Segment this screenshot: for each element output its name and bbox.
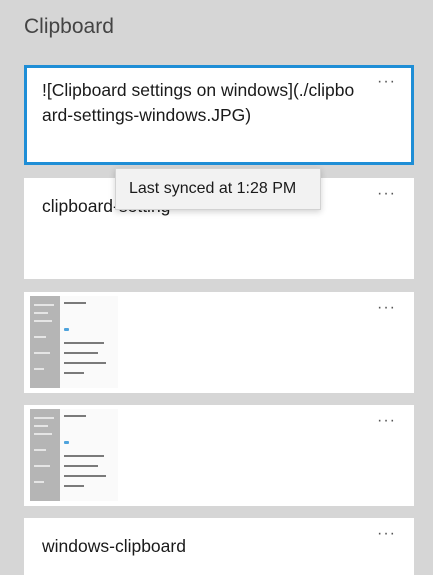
screenshot-thumbnail — [30, 296, 118, 388]
clipboard-item-text: ![Clipboard settings on windows](./clipb… — [42, 80, 355, 125]
more-options-icon[interactable]: ··· — [377, 299, 396, 317]
sync-tooltip: Last synced at 1:28 PM — [115, 168, 321, 210]
clipboard-item-5[interactable]: windows-clipboard ··· — [24, 518, 414, 575]
clipboard-item-text: windows-clipboard — [42, 536, 186, 556]
clipboard-title: Clipboard — [24, 15, 114, 38]
clipboard-item-3[interactable]: ··· — [24, 292, 414, 393]
more-options-icon[interactable]: ··· — [377, 525, 396, 543]
screenshot-thumbnail — [30, 409, 118, 501]
more-options-icon[interactable]: ··· — [377, 412, 396, 430]
more-options-icon[interactable]: ··· — [377, 185, 396, 203]
clipboard-item-4[interactable]: ··· — [24, 405, 414, 506]
more-options-icon[interactable]: ··· — [377, 73, 396, 91]
clipboard-item-1[interactable]: ![Clipboard settings on windows](./clipb… — [24, 65, 414, 165]
